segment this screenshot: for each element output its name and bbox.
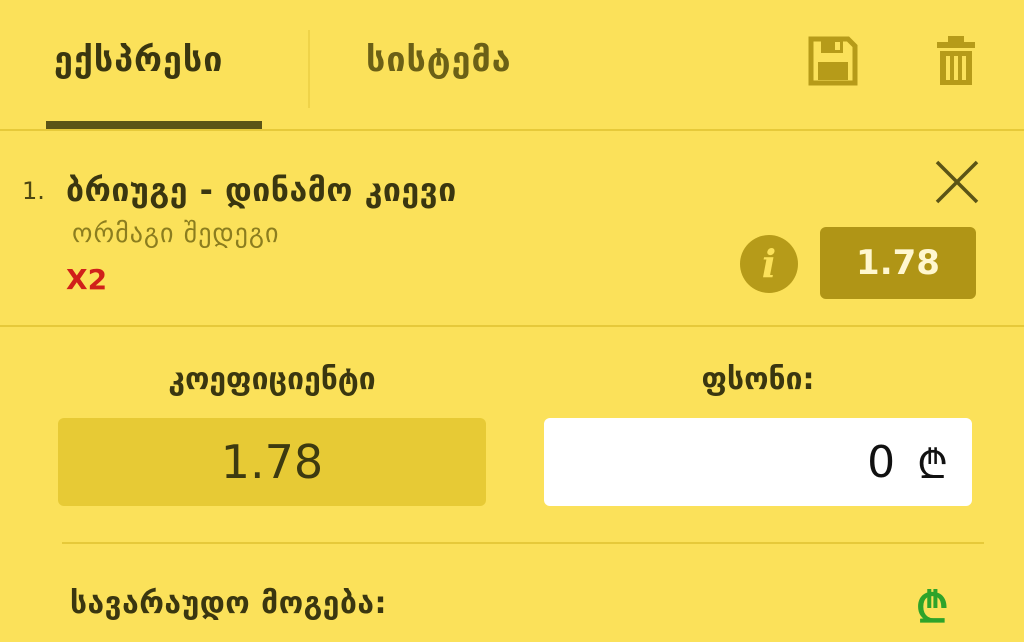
bet-index: 1.	[22, 177, 45, 205]
coefficient-label: კოეფიციენტი	[168, 362, 376, 397]
active-tab-indicator	[46, 121, 262, 129]
bet-type-tabs: ექსპრესი სისტემა	[0, 0, 1024, 131]
bet-odds: 1.78	[820, 227, 976, 299]
lari-currency-icon: ₾	[917, 441, 948, 488]
tab-express[interactable]: ექსპრესი	[54, 40, 223, 80]
bet-market: ორმაგი შედეგი	[72, 219, 280, 249]
bet-pick: X2	[66, 263, 108, 296]
coefficient-value: 1.78	[58, 418, 486, 506]
tab-system[interactable]: სისტემა	[366, 40, 512, 80]
stake-label: ფსონი:	[701, 362, 815, 397]
close-icon[interactable]	[934, 159, 980, 205]
divider	[62, 542, 984, 544]
info-icon[interactable]: i	[740, 235, 798, 293]
trash-icon[interactable]	[936, 36, 986, 86]
tab-divider	[308, 30, 310, 108]
possible-win-label: სავარაუდო მოგება:	[70, 586, 387, 621]
possible-win-currency-icon: ₾	[916, 583, 949, 632]
bet-slip-item: 1. ბრიუგე - დინამო კიევი ორმაგი შედეგი X…	[0, 131, 1024, 327]
save-icon[interactable]	[808, 36, 858, 86]
bet-match-name: ბრიუგე - დინამო კიევი	[66, 171, 457, 209]
stake-input[interactable]: 0 ₾	[544, 418, 972, 506]
stake-value[interactable]: 0	[867, 437, 895, 488]
